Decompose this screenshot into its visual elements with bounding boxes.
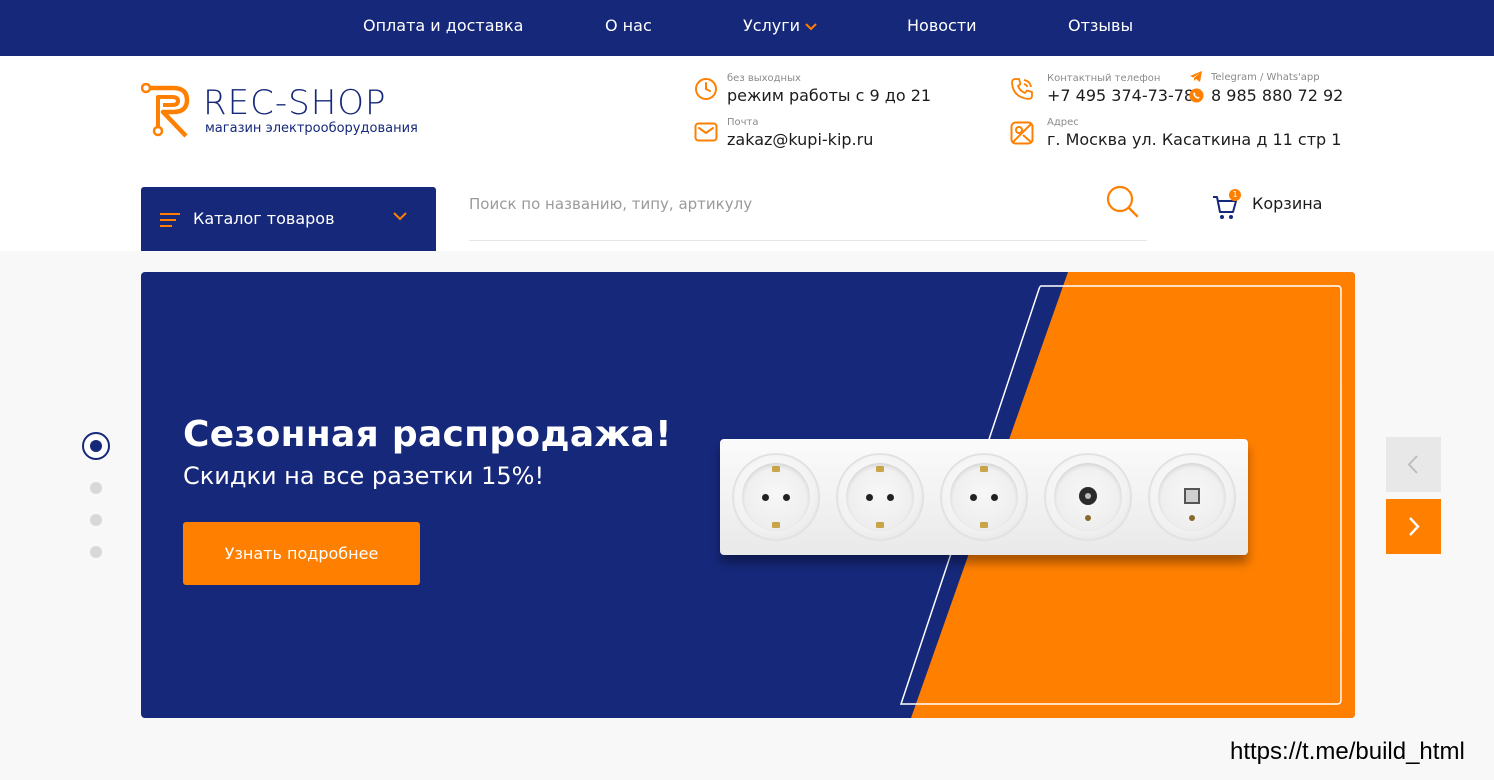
nav-about[interactable]: О нас	[605, 0, 652, 56]
chevron-left-icon	[1407, 455, 1418, 474]
search-bar	[469, 178, 1147, 241]
learn-more-button[interactable]: Узнать подробнее	[183, 522, 420, 585]
nav-payment-delivery[interactable]: Оплата и доставка	[363, 0, 523, 56]
working-hours: режим работы с 9 до 21	[727, 86, 932, 105]
watermark-link: https://t.me/build_html	[1230, 738, 1465, 765]
phone-icon	[1011, 78, 1033, 100]
chevron-down-icon	[805, 22, 817, 30]
slide-dot[interactable]	[90, 546, 102, 558]
catalog-button[interactable]: Каталог товаров	[141, 187, 436, 251]
nav-services-label: Услуги	[743, 16, 801, 35]
banner-subtitle: Скидки на все разетки 15%!	[183, 462, 545, 490]
address-note: Адрес	[1047, 117, 1079, 128]
slide-dot[interactable]	[90, 514, 102, 526]
phone-note: Контактный телефон	[1047, 73, 1161, 84]
messenger-note: Telegram / Whats'app	[1211, 72, 1320, 83]
email-link[interactable]: zakaz@kupi-kip.ru	[727, 130, 873, 149]
power-socket	[940, 453, 1028, 541]
phone-link[interactable]: +7 495 374-73-78	[1047, 86, 1194, 105]
cart-label: Корзина	[1252, 194, 1323, 213]
top-navigation: Оплата и доставка О нас Услуги Новости О…	[0, 0, 1494, 56]
socket-panel-image	[720, 439, 1248, 555]
slider-next-button[interactable]	[1386, 499, 1441, 554]
power-socket	[836, 453, 924, 541]
email-note: Почта	[727, 117, 759, 128]
map-icon	[1010, 121, 1034, 145]
catalog-label: Каталог товаров	[193, 209, 335, 228]
tv-socket	[1044, 453, 1132, 541]
address-text: г. Москва ул. Касаткина д 11 стр 1	[1047, 130, 1342, 149]
logo[interactable]: REC-SHOP магазин электрооборудования	[141, 83, 431, 139]
nav-services[interactable]: Услуги	[743, 0, 817, 56]
clock-icon	[695, 78, 717, 100]
chevron-down-icon	[393, 212, 407, 221]
chevron-right-icon	[1409, 517, 1420, 536]
hours-note: без выходных	[727, 73, 801, 84]
network-socket	[1148, 453, 1236, 541]
search-button[interactable]	[1106, 185, 1140, 219]
whatsapp-icon	[1189, 88, 1204, 103]
logo-text: REC-SHOP	[203, 83, 387, 123]
banner-title: Сезонная распродажа!	[183, 414, 672, 455]
promo-banner: Сезонная распродажа! Скидки на все разет…	[141, 272, 1355, 718]
cart-count-badge: 1	[1229, 189, 1241, 201]
mail-icon	[694, 122, 718, 142]
messenger-phone-link[interactable]: 8 985 880 72 92	[1211, 86, 1343, 105]
cart-button[interactable]: 1 Корзина	[1212, 189, 1332, 221]
logo-mark-icon	[141, 83, 190, 138]
telegram-icon	[1190, 71, 1202, 82]
nav-news[interactable]: Новости	[907, 0, 977, 56]
menu-icon	[160, 213, 180, 227]
slider-prev-button[interactable]	[1386, 437, 1441, 492]
nav-reviews[interactable]: Отзывы	[1068, 0, 1133, 56]
search-icon	[1106, 185, 1139, 218]
search-input[interactable]	[469, 186, 1089, 222]
slide-dot[interactable]	[90, 482, 102, 494]
power-socket	[732, 453, 820, 541]
slide-dot-active[interactable]	[82, 432, 110, 460]
logo-subtitle: магазин электрооборудования	[205, 121, 418, 136]
